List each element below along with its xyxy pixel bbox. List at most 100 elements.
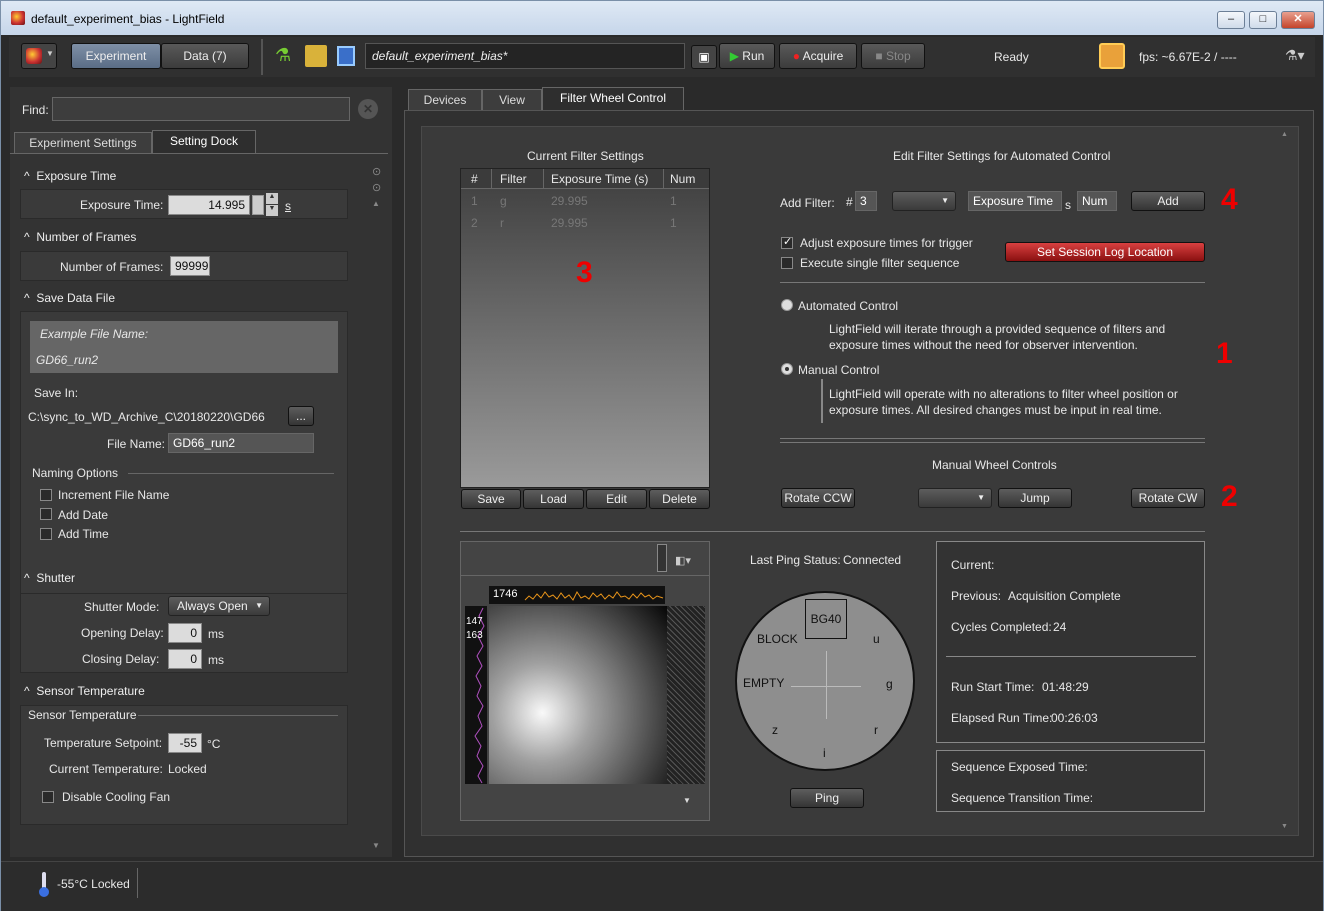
acquire-button[interactable]: ● Acquire: [779, 43, 857, 69]
shutter-section-header[interactable]: ^ Shutter: [24, 571, 75, 585]
divider: [10, 153, 388, 154]
flask-menu-icon[interactable]: ⚗▾: [1285, 47, 1305, 64]
set-session-log-button[interactable]: Set Session Log Location: [1005, 242, 1205, 262]
spin-up-icon[interactable]: ▲: [266, 193, 278, 204]
automated-desc-2: exposure times without the need for obse…: [829, 338, 1138, 352]
exposure-slider-icon[interactable]: [252, 195, 264, 215]
find-label: Find:: [22, 103, 49, 117]
automated-control-radio[interactable]: [781, 299, 793, 311]
file-name-input[interactable]: GD66_run2: [168, 433, 314, 453]
current-filter-title: Current Filter Settings: [527, 149, 644, 163]
adjust-exposure-checkbox[interactable]: [781, 235, 793, 249]
previous-value: Acquisition Complete: [1008, 589, 1121, 603]
table-row[interactable]: 2 r 29.995 1: [461, 213, 709, 233]
tab-view[interactable]: View: [482, 89, 542, 111]
rotate-cw-button[interactable]: Rotate CW: [1131, 488, 1205, 508]
spin-down-icon[interactable]: ▼: [266, 205, 278, 216]
separator: [261, 39, 263, 75]
marker-2: 2: [1221, 480, 1238, 513]
exposure-section-header[interactable]: ^ Exposure Time: [24, 169, 116, 183]
jump-position-select[interactable]: [918, 488, 992, 508]
tab-setting-dock[interactable]: Setting Dock: [152, 130, 256, 154]
scroll-down-icon[interactable]: ▼: [372, 841, 380, 850]
horizontal-profile: 1746: [489, 586, 665, 604]
cycles-value: 24: [1053, 620, 1067, 634]
find-input[interactable]: [52, 97, 350, 121]
exposure-time-field[interactable]: Exposure Time: [968, 191, 1062, 211]
setpoint-input[interactable]: -55: [168, 733, 202, 753]
status-bar: -55°C Locked: [1, 861, 1323, 911]
divider: [491, 169, 492, 189]
delete-table-button[interactable]: Delete: [649, 489, 710, 509]
thermometer-icon: [39, 872, 49, 897]
app-menu-button[interactable]: ▼: [21, 43, 57, 69]
viewer-options-icon[interactable]: ◧▾: [675, 554, 691, 567]
new-experiment-flask-icon[interactable]: ⚗: [275, 45, 295, 67]
collapse-chevron-icon: ^: [24, 230, 30, 244]
frames-input[interactable]: 99999: [170, 256, 210, 276]
save-section-header[interactable]: ^ Save Data File: [24, 291, 115, 305]
viewer-scroll-handle[interactable]: [657, 544, 667, 572]
manual-control-radio[interactable]: [781, 363, 793, 375]
edit-filter-title: Edit Filter Settings for Automated Contr…: [893, 149, 1111, 163]
tab-devices[interactable]: Devices: [408, 89, 482, 111]
wheel-label-r: r: [874, 723, 878, 737]
preview-icon[interactable]: ▣: [691, 45, 717, 69]
run-button[interactable]: ▶ Run: [719, 43, 775, 69]
add-filter-select[interactable]: [892, 191, 956, 211]
profile-side-value-2: 163: [466, 630, 483, 641]
save-disk-icon[interactable]: [337, 46, 355, 66]
exposure-time-input[interactable]: 14.995: [168, 195, 250, 215]
exposure-unit-link[interactable]: s: [285, 199, 291, 213]
minimize-button[interactable]: –: [1217, 11, 1245, 29]
collapse-all-icon[interactable]: ⊙: [372, 165, 381, 178]
title-bar: default_experiment_bias - LightField – □…: [1, 1, 1323, 35]
tab-experiment-settings[interactable]: Experiment Settings: [14, 132, 152, 154]
elapsed-value: 00:26:03: [1051, 711, 1098, 725]
ping-button[interactable]: Ping: [790, 788, 864, 808]
clear-search-icon[interactable]: ✕: [358, 99, 378, 119]
add-filter-button[interactable]: Add: [1131, 191, 1205, 211]
increment-file-checkbox[interactable]: [40, 489, 52, 501]
scroll-up-icon[interactable]: ▲: [1281, 131, 1288, 138]
add-date-checkbox[interactable]: [40, 508, 52, 520]
rotate-ccw-button[interactable]: Rotate CCW: [781, 488, 855, 508]
sensor-section-header[interactable]: ^ Sensor Temperature: [24, 684, 145, 698]
frames-section-header[interactable]: ^ Number of Frames: [24, 230, 136, 244]
scroll-down-icon[interactable]: ▼: [1281, 823, 1288, 830]
window-title: default_experiment_bias - LightField: [31, 12, 225, 26]
open-folder-icon[interactable]: [305, 45, 327, 67]
expand-all-icon[interactable]: ⊙: [372, 181, 381, 194]
add-time-checkbox[interactable]: [40, 528, 52, 540]
save-table-button[interactable]: Save: [461, 489, 521, 509]
opening-delay-input[interactable]: 0: [168, 623, 202, 643]
close-button[interactable]: ✕: [1281, 11, 1315, 29]
exposure-header-label: Exposure Time: [36, 169, 117, 183]
divider: [461, 575, 709, 576]
scroll-up-icon[interactable]: ▲: [372, 199, 380, 208]
load-table-button[interactable]: Load: [523, 489, 584, 509]
ping-status-label: Last Ping Status:: [750, 553, 841, 567]
edit-table-button[interactable]: Edit: [586, 489, 647, 509]
exposure-time-label: Exposure Time:: [80, 198, 164, 212]
divider: [460, 531, 1205, 532]
shutter-mode-dropdown[interactable]: Always Open: [168, 596, 270, 616]
closing-delay-input[interactable]: 0: [168, 649, 202, 669]
jump-button[interactable]: Jump: [998, 488, 1072, 508]
tab-filter-wheel[interactable]: Filter Wheel Control: [542, 87, 684, 111]
add-filter-index-input[interactable]: 3: [855, 191, 877, 211]
single-sequence-checkbox[interactable]: [781, 257, 793, 269]
table-row[interactable]: 1 g 29.995 1: [461, 191, 709, 211]
camera-icon[interactable]: [1099, 43, 1125, 69]
browse-button[interactable]: ...: [288, 406, 314, 426]
disable-fan-checkbox[interactable]: [42, 791, 54, 803]
num-field[interactable]: Num: [1077, 191, 1117, 211]
manual-desc-1: LightField will operate with no alterati…: [829, 387, 1178, 401]
stop-button[interactable]: ■ Stop: [861, 43, 925, 69]
maximize-button[interactable]: □: [1249, 11, 1277, 29]
adjust-exposure-label: Adjust exposure times for trigger: [800, 236, 973, 250]
tab-experiment[interactable]: Experiment: [71, 43, 161, 69]
divider: [821, 379, 823, 423]
viewer-expand-icon[interactable]: ▼: [683, 796, 691, 805]
tab-data[interactable]: Data (7): [161, 43, 249, 69]
